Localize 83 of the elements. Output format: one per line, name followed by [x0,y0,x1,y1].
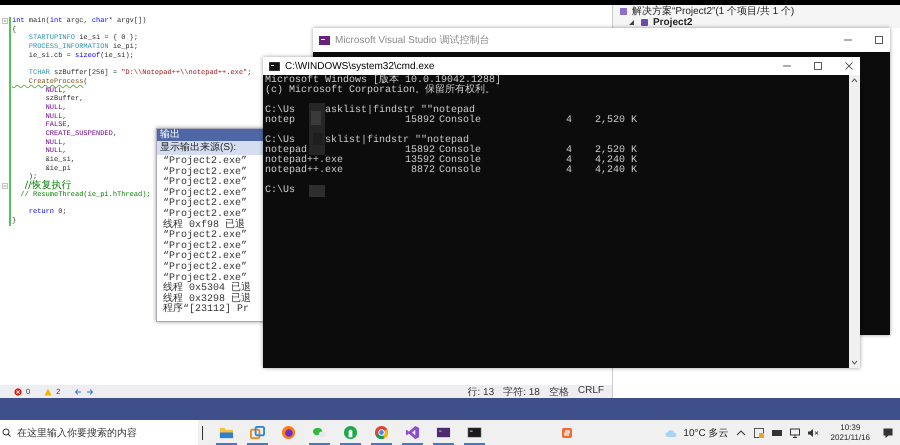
output-line: “Project2.exe” [163,188,248,199]
ribbon-icon[interactable] [405,425,420,440]
session-number: 4 [564,116,572,126]
collapse-icon[interactable] [2,183,8,190]
window-title: C:\WINDOWS\system32\cmd.exe [285,60,436,72]
session-name: Console [439,156,482,166]
output-line: “Project2.exe” [163,262,248,273]
scroll-down-icon[interactable] [851,359,858,366]
panel-title: 输出 [157,129,264,141]
forward-arrow-icon[interactable] [86,388,94,396]
memory-usage: 2,520 K [594,146,637,156]
session-name: Console [439,166,482,176]
line-ending-indicator: CRLF [578,384,604,398]
output-line: “Project2.exe” [163,178,248,188]
console-command: sklist|findstr ""notepad [325,136,470,146]
console-app-icon [319,36,330,44]
maximize-icon[interactable] [874,35,884,45]
output-line: “Project2.exe” [163,168,248,178]
console-prompt: C:\Us [265,106,296,116]
clock[interactable]: 10:39 2021/11/16 [830,422,870,442]
process-name: notepad++.exe [265,166,344,176]
process-id: 13592 [404,156,435,166]
monitor-icon[interactable] [788,426,801,438]
process-name: notepad [265,146,308,156]
scrollbar[interactable] [849,75,860,368]
output-line: 线程 0xf98 已退 [163,220,246,231]
maximize-icon[interactable] [813,61,823,71]
ring-icon[interactable] [374,425,389,440]
weather-text[interactable]: 10°C 多云 [683,426,729,440]
console-line: (c) Microsoft Corporation。保留所有权利。 [265,86,496,96]
back-arrow-icon[interactable] [74,388,82,396]
output-line: 程序“[23112] Pr [163,305,250,316]
output-line: “Project2.exe” [163,242,248,252]
session-name: Console [439,116,482,126]
memory-usage: 4,240 K [594,166,637,176]
process-name: notep [265,116,296,126]
console-prompt: C:\Us [265,186,296,196]
memory-usage: 4,240 K [594,156,637,166]
session-number: 4 [564,146,572,156]
globe-icon[interactable] [281,425,296,440]
tray-app-icon[interactable] [752,426,765,438]
circle-app-icon[interactable] [343,425,358,440]
window-title: Microsoft Visual Studio 调试控制台 [335,34,490,47]
memory-usage: 2,520 K [594,116,637,126]
output-source-label: 显示输出来源(S): [157,141,264,155]
notification-icon[interactable] [882,426,894,438]
char-indicator: 字符: 18 [503,386,540,398]
search-icon [2,428,11,437]
output-line: “Project2.exe” [163,199,248,210]
project-icon [640,18,649,27]
console-command: asklist|findstr ""notepad [325,106,476,116]
close-icon[interactable] [844,61,854,71]
process-id: 15892 [404,146,435,156]
session-number: 4 [564,156,572,166]
output-line: “Project2.exe” [163,252,248,262]
app-icon[interactable] [561,426,574,438]
console-line: Microsoft Windows [版本 10.0.19042.1288] [265,76,502,86]
code-token: //恢复执行 [24,182,72,191]
expand-arrow-icon[interactable] [627,18,636,27]
overlapping-squares-icon[interactable] [250,425,265,440]
indent-indicator: 空格 [548,386,569,398]
solution-header[interactable]: 解决方案“Project2”(1 个项目/共 1 个) [632,6,794,17]
process-name: notepad++.exe [265,156,344,166]
output-line: “Project2.exe” [163,231,248,242]
speaker-muted-icon[interactable] [806,426,819,438]
process-id: 15892 [404,116,435,126]
console-icon[interactable] [467,425,482,440]
console-prompt: C:\Us [265,136,296,146]
solution-icon [619,7,628,16]
terminal-icon[interactable] [436,425,451,440]
output-line: “Project2.exe” [163,210,248,220]
console-app-icon [269,62,280,70]
collapse-icon[interactable] [2,18,8,24]
line-indicator: 行: 13 [468,386,494,398]
process-id: 8872 [410,166,435,176]
folder-icon[interactable] [219,425,234,440]
project-item[interactable]: Project2 [653,17,692,28]
error-icon[interactable] [14,388,22,396]
session-name: Console [439,146,482,156]
search-field[interactable]: 在这里输入你要搜索的内容 [0,420,198,445]
output-line: “Project2.exe” [163,157,248,167]
session-number: 4 [564,166,572,176]
scroll-up-icon[interactable] [851,77,858,84]
